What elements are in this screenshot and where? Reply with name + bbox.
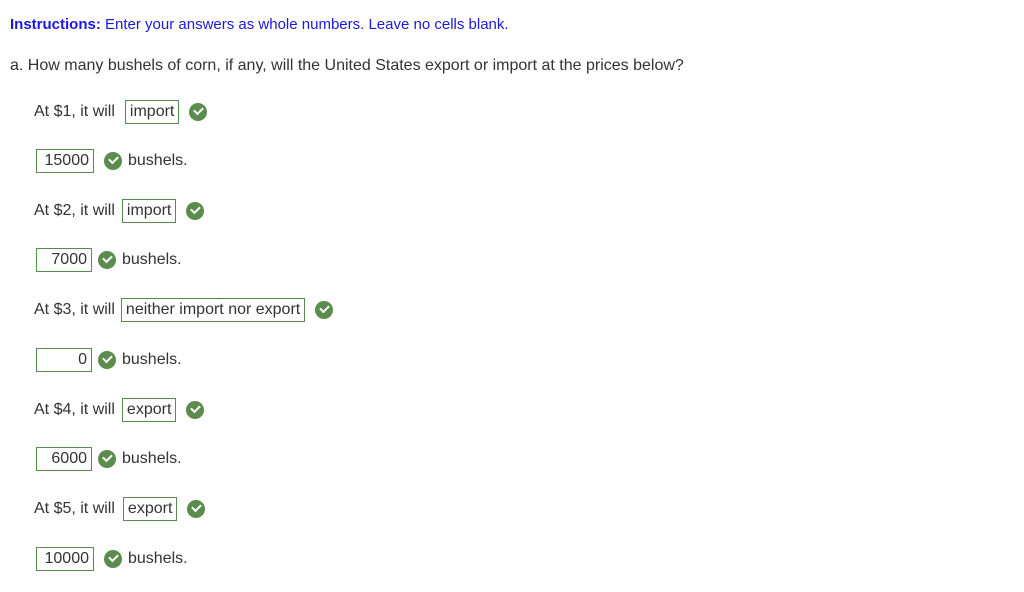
correct-check-icon xyxy=(189,103,208,121)
price-prompt: At $2, it will xyxy=(34,202,115,219)
price-prompt: At $1, it will xyxy=(34,103,115,120)
amount-row-4: 6000 bushels. xyxy=(36,447,182,471)
amount-row-1: 15000 bushels. xyxy=(36,149,188,173)
bushels-input[interactable]: 10000 xyxy=(36,547,94,571)
bushels-input[interactable]: 7000 xyxy=(36,248,92,272)
price-row-5: At $5, it will export xyxy=(34,497,206,521)
bushels-input[interactable]: 6000 xyxy=(36,447,92,471)
price-prompt: At $4, it will xyxy=(34,401,115,418)
amount-row-2: 7000 bushels. xyxy=(36,248,182,272)
unit-label: bushels. xyxy=(122,251,182,268)
correct-check-icon xyxy=(98,251,116,269)
unit-label: bushels. xyxy=(128,152,188,169)
bushels-input[interactable]: 0 xyxy=(36,348,92,372)
correct-check-icon xyxy=(186,202,205,220)
amount-row-3: 0 bushels. xyxy=(36,348,182,372)
question-text: a. How many bushels of corn, if any, wil… xyxy=(10,57,684,74)
price-row-4: At $4, it will export xyxy=(34,398,205,422)
correct-check-icon xyxy=(315,301,334,319)
instructions: Instructions: Enter your answers as whol… xyxy=(10,16,509,33)
bushels-input[interactable]: 15000 xyxy=(36,149,94,173)
trade-direction-select[interactable]: export xyxy=(121,398,177,422)
instructions-text: Enter your answers as whole numbers. Lea… xyxy=(100,16,509,33)
trade-direction-select[interactable]: neither import nor export xyxy=(120,298,306,322)
price-row-1: At $1, it will import xyxy=(34,100,208,124)
correct-check-icon xyxy=(187,500,206,518)
price-row-3: At $3, it will neither import nor export xyxy=(34,298,334,322)
correct-check-icon xyxy=(98,351,116,369)
unit-label: bushels. xyxy=(122,351,182,368)
amount-row-5: 10000 bushels. xyxy=(36,547,188,571)
trade-direction-select[interactable]: import xyxy=(121,199,177,223)
trade-direction-select[interactable]: export xyxy=(122,497,178,521)
unit-label: bushels. xyxy=(122,450,182,467)
correct-check-icon xyxy=(104,550,122,568)
correct-check-icon xyxy=(98,450,116,468)
unit-label: bushels. xyxy=(128,550,188,567)
instructions-label: Instructions: xyxy=(10,16,101,33)
price-row-2: At $2, it will import xyxy=(34,199,205,223)
price-prompt: At $3, it will xyxy=(34,301,115,318)
price-prompt: At $5, it will xyxy=(34,500,115,517)
correct-check-icon xyxy=(186,401,205,419)
correct-check-icon xyxy=(104,152,122,170)
trade-direction-select[interactable]: import xyxy=(124,100,180,124)
